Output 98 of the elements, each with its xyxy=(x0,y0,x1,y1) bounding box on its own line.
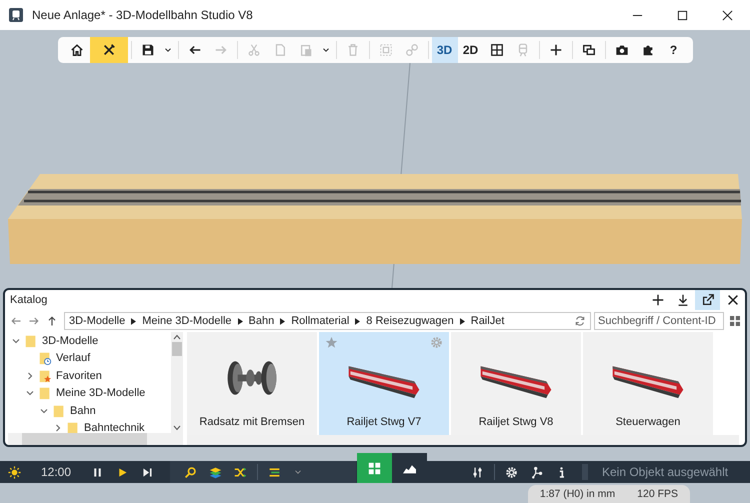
tree-item-label: Favoriten xyxy=(56,370,102,382)
tile-label: Railjet Stwg V8 xyxy=(478,416,554,428)
nodes-icon[interactable] xyxy=(530,466,543,478)
list-icon[interactable] xyxy=(268,466,282,478)
triangle-icon xyxy=(238,318,243,324)
model-tile[interactable]: Steuerwagen xyxy=(583,332,713,435)
star-icon[interactable] xyxy=(325,336,338,349)
refresh-icon[interactable] xyxy=(574,315,586,327)
scroll-thumb[interactable] xyxy=(22,433,147,445)
breadcrumb-link[interactable]: Meine 3D-Modelle xyxy=(142,315,232,327)
close-icon xyxy=(726,293,740,307)
tree-item-label: 3D-Modelle xyxy=(42,334,98,347)
plus-icon xyxy=(548,43,562,57)
favorites-folder-icon xyxy=(38,368,52,383)
folder-icon xyxy=(24,334,38,348)
right-arrow-icon xyxy=(214,43,228,57)
triangle-icon xyxy=(280,318,286,324)
panel-title: Katalog xyxy=(10,294,48,306)
history-folder-icon xyxy=(38,351,52,366)
sliders-icon[interactable] xyxy=(471,466,484,478)
scroll-thumb[interactable] xyxy=(172,342,182,356)
fps-text: 120 FPS xyxy=(637,488,678,500)
tree-item-label: Bahn xyxy=(70,404,96,417)
grid-icon xyxy=(368,462,382,474)
model-tile[interactable]: Radsatz mit Bremsen xyxy=(187,332,317,435)
chevron-right-icon[interactable] xyxy=(54,424,62,432)
search-icon[interactable] xyxy=(184,466,198,478)
up-arrow-icon[interactable] xyxy=(46,315,58,327)
scroll-up-icon[interactable] xyxy=(173,334,181,340)
tools-icon xyxy=(102,43,116,57)
scale-text: 1:87 (H0) in mm xyxy=(540,488,616,500)
puzzle-icon xyxy=(640,43,654,57)
popout-button[interactable] xyxy=(695,290,720,310)
tree-item-label: Bahntechnik xyxy=(84,422,145,433)
view-button[interactable]: ? xyxy=(660,37,686,63)
floppy-icon xyxy=(140,43,154,57)
tile-label: Steuerwagen xyxy=(616,416,680,428)
tree-item[interactable]: Bahntechnik xyxy=(8,420,171,433)
search-field[interactable]: Suchbegriff / Content-ID xyxy=(594,312,724,330)
home-icon xyxy=(70,43,84,57)
breadcrumb-link[interactable]: 8 Reisezugwagen xyxy=(366,315,454,327)
tree-item-label: Verlauf xyxy=(56,352,90,364)
layers-icon[interactable] xyxy=(209,466,222,478)
shuffle-icon[interactable] xyxy=(234,466,248,478)
model-tile[interactable]: Railjet Stwg V7 xyxy=(319,332,449,435)
folder-icon xyxy=(52,404,66,418)
close-icon[interactable] xyxy=(722,10,733,20)
tree-item[interactable]: Favoriten xyxy=(8,367,171,384)
window-title: Neue Anlage* - 3D-Modellbahn Studio V8 xyxy=(32,8,253,22)
triangle-icon xyxy=(355,318,360,324)
plus-icon xyxy=(650,293,664,307)
scroll-down-icon[interactable] xyxy=(173,425,181,431)
tools-button[interactable] xyxy=(90,37,128,63)
grid-view-icon[interactable] xyxy=(730,316,740,326)
path-field[interactable]: 3D-Modelle Meine 3D-Modelle Bahn Rollmaterial 8 Reisezugwagen RailJet xyxy=(64,312,591,330)
windows-icon xyxy=(582,43,596,57)
clock-time: 12:00 xyxy=(41,465,72,479)
tile-label: Railjet Stwg V7 xyxy=(346,416,422,428)
chevron-right-icon[interactable] xyxy=(26,372,34,380)
tree-item[interactable]: 3D-Modelle xyxy=(8,332,171,350)
triangle-icon xyxy=(131,318,136,324)
train-icon xyxy=(8,7,24,23)
chevron-down-icon[interactable] xyxy=(12,336,20,345)
breadcrumb-link[interactable]: Rollmaterial xyxy=(291,315,350,327)
breadcrumb-link[interactable]: Bahn xyxy=(248,315,274,327)
left-arrow-icon xyxy=(188,43,202,57)
scissors-icon xyxy=(246,43,260,57)
sun-icon[interactable] xyxy=(8,466,21,478)
tree-item-label: Meine 3D-Modelle xyxy=(56,387,146,400)
trash-icon xyxy=(346,43,360,57)
download-icon xyxy=(676,293,690,307)
camera-icon xyxy=(614,43,628,57)
view-button[interactable]: 3D xyxy=(432,37,458,63)
status-text: Kein Objekt ausgewählt xyxy=(602,465,730,479)
grid-icon xyxy=(490,43,504,57)
clipboard-icon xyxy=(298,43,312,57)
popout-icon xyxy=(700,293,714,307)
group-icon xyxy=(378,43,392,57)
tile-label: Radsatz mit Bremsen xyxy=(199,416,305,428)
horizontal-scrollbar[interactable] xyxy=(8,433,183,445)
tree-item[interactable]: Meine 3D-Modelle xyxy=(8,384,171,402)
maximize-icon[interactable] xyxy=(677,10,688,20)
folder-icon xyxy=(38,386,52,400)
step-forward-icon[interactable] xyxy=(141,466,154,478)
tree-item[interactable]: Bahn xyxy=(8,402,171,420)
tree-item[interactable]: Verlauf xyxy=(8,350,171,367)
triangle-icon xyxy=(460,318,465,324)
forward-arrow-icon[interactable] xyxy=(28,315,40,327)
chevron-down-icon[interactable] xyxy=(40,406,48,415)
model-tile[interactable]: Railjet Stwg V8 xyxy=(451,332,581,435)
back-arrow-icon[interactable] xyxy=(10,315,22,327)
horizontal-scrollbar[interactable] xyxy=(187,435,739,445)
breadcrumb-link[interactable]: RailJet xyxy=(470,315,504,327)
view-button[interactable]: 2D xyxy=(458,37,484,63)
link-icon xyxy=(404,43,418,57)
breadcrumb-link[interactable]: 3D-Modelle xyxy=(69,315,126,327)
chevron-down-icon[interactable] xyxy=(26,389,34,398)
vertical-scrollbar[interactable] xyxy=(171,332,183,433)
